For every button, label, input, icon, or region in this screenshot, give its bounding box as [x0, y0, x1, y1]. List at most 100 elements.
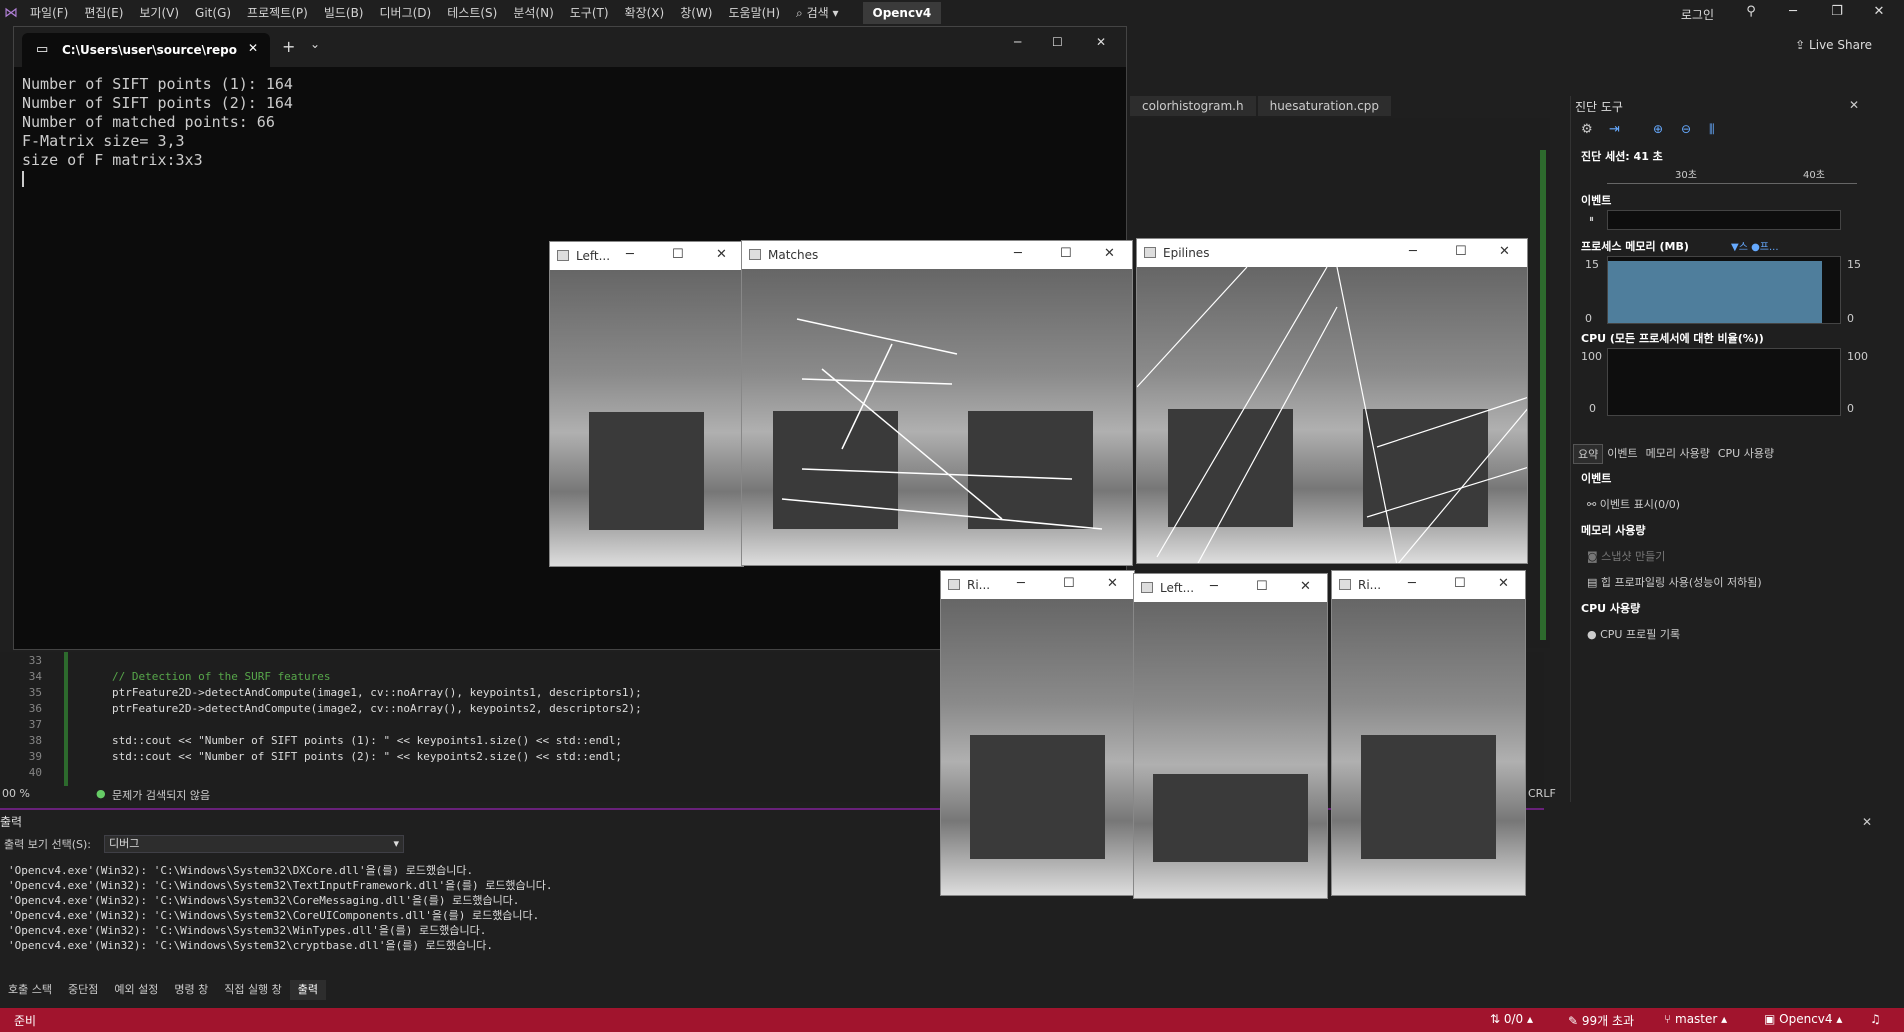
menu-build[interactable]: 빌드(B) [316, 0, 372, 26]
menu-debug[interactable]: 디버그(D) [372, 0, 440, 26]
panel-close-icon[interactable]: ✕ [1862, 815, 1872, 829]
console-tab[interactable]: ▭ C:\Users\user\source\repo ✕ [22, 33, 270, 67]
menu-window[interactable]: 창(W) [672, 0, 720, 26]
left-image-window[interactable]: Left... ─ ☐ ✕ [549, 241, 744, 567]
tab-cpu-usage[interactable]: CPU 사용량 [1714, 444, 1778, 464]
close-icon[interactable]: ✕ [1104, 246, 1115, 261]
epilines-window[interactable]: Epilines ─ ☐ ✕ [1136, 238, 1528, 564]
maximize-icon[interactable]: ☐ [1060, 246, 1072, 261]
status-errors[interactable]: ⇅ 0/0 ▴ [1490, 1012, 1533, 1026]
minimize-icon[interactable]: ─ [626, 247, 634, 262]
memory-heading: 프로세스 메모리 (MB) [1581, 240, 1689, 253]
heap-profiling-toggle[interactable]: ▤ 힙 프로파일링 사용(성능이 저하됨) [1587, 574, 1762, 590]
menu-test[interactable]: 테스트(S) [439, 0, 505, 26]
menu-edit[interactable]: 편집(E) [76, 0, 131, 26]
export-icon[interactable]: ⇥ [1609, 122, 1620, 137]
settings-icon[interactable]: ⚙ [1581, 122, 1593, 137]
account-icon[interactable]: ⚲ [1736, 4, 1766, 19]
right-image-window[interactable]: Ri... ─ ☐ ✕ [940, 570, 1135, 896]
issues-status[interactable]: 문제가 검색되지 않음 [112, 787, 210, 803]
menu-extensions[interactable]: 확장(X) [617, 0, 673, 26]
menu-project[interactable]: 프로젝트(P) [239, 0, 316, 26]
zoom-in-icon[interactable]: ⊕ [1653, 122, 1663, 136]
maximize-icon[interactable]: ☐ [1454, 576, 1466, 591]
maximize-icon[interactable]: ☐ [672, 247, 684, 262]
tab-exception-settings[interactable]: 예외 설정 [106, 980, 166, 1000]
menu-help[interactable]: 도움말(H) [721, 0, 789, 26]
menu-git[interactable]: Git(G) [187, 0, 239, 26]
tab-command-window[interactable]: 명령 창 [166, 980, 216, 1000]
tab-immediate-window[interactable]: 직접 실행 창 [216, 980, 290, 1000]
tab-colorhistogram[interactable]: colorhistogram.h [1130, 96, 1256, 116]
menu-view[interactable]: 보기(V) [131, 0, 187, 26]
close-icon[interactable]: ✕ [716, 247, 727, 262]
window-icon [749, 249, 761, 260]
login-link[interactable]: 로그인 [1681, 6, 1714, 23]
minimize-icon[interactable]: ─ [1014, 246, 1022, 261]
maximize-icon[interactable]: ☐ [1455, 244, 1467, 259]
diag-close-icon[interactable]: ✕ [1849, 98, 1859, 112]
minimize-button[interactable]: ─ [1778, 4, 1808, 19]
right-result-window[interactable]: Ri... ─ ☐ ✕ [1331, 570, 1526, 896]
editor-scrollbar[interactable] [1540, 150, 1546, 640]
chevron-down-icon[interactable]: ⌄ [310, 37, 320, 51]
diag-tabs: 요약 이벤트 메모리 사용량 CPU 사용량 [1573, 444, 1778, 464]
tab-memory-usage[interactable]: 메모리 사용량 [1642, 444, 1714, 464]
snapshot-button[interactable]: ◙ 스냅샷 만들기 [1587, 548, 1665, 564]
line-ending[interactable]: CRLF [1528, 787, 1556, 800]
tab-call-stack[interactable]: 호출 스택 [0, 980, 60, 1000]
memory-area [1608, 261, 1822, 323]
memory-graph[interactable] [1607, 256, 1841, 324]
reset-zoom-icon[interactable]: ⫼ [1709, 122, 1715, 137]
search-button[interactable]: ⌕ 검색 ▾ [788, 0, 846, 26]
status-branch[interactable]: ⑂ master ▴ [1664, 1012, 1727, 1026]
epiline-lines [1137, 267, 1527, 563]
timeline-ruler[interactable]: 30초 40초 [1607, 166, 1857, 184]
notification-icon[interactable]: ♫ [1870, 1012, 1881, 1026]
status-changes[interactable]: ✎ 99개 초과 [1568, 1012, 1634, 1029]
events-track[interactable] [1607, 210, 1841, 230]
tab-breakpoints[interactable]: 중단점 [60, 980, 106, 1000]
tab-summary[interactable]: 요약 [1573, 444, 1604, 464]
zoom-out-icon[interactable]: ⊖ [1681, 122, 1691, 136]
tab-output[interactable]: 출력 [289, 980, 327, 1000]
cpu-min-left: 0 [1589, 402, 1596, 415]
menu-analyze[interactable]: 분석(N) [505, 0, 561, 26]
new-tab-icon[interactable]: + [282, 37, 295, 56]
live-share-button[interactable]: ⇪ Live Share [1795, 38, 1872, 52]
restore-button[interactable]: ❐ [1822, 4, 1852, 19]
zoom-level[interactable]: 00 % [2, 787, 30, 800]
close-icon[interactable]: ✕ [1498, 576, 1509, 591]
menu-tools[interactable]: 도구(T) [562, 0, 617, 26]
maximize-icon[interactable]: ☐ [1256, 579, 1268, 594]
console-maximize-button[interactable]: ☐ [1052, 35, 1063, 49]
line-number: 33 [28, 654, 42, 667]
matches-window[interactable]: Matches ─ ☐ ✕ [741, 240, 1133, 566]
console-minimize-button[interactable]: ─ [1014, 35, 1021, 49]
left-result-window[interactable]: Left... ─ ☐ ✕ [1133, 573, 1328, 899]
cpu-record-button[interactable]: ● CPU 프로필 기록 [1587, 626, 1680, 642]
maximize-icon[interactable]: ☐ [1063, 576, 1075, 591]
code-comment: // Detection of the SURF features [112, 670, 331, 683]
minimize-icon[interactable]: ─ [1408, 576, 1416, 591]
close-icon[interactable]: ✕ [1499, 244, 1510, 259]
cpu-graph[interactable] [1607, 348, 1841, 416]
menu-file[interactable]: 파일(F) [22, 0, 76, 26]
pause-icon[interactable]: ⏸ [1589, 214, 1594, 225]
close-icon[interactable]: ✕ [1107, 576, 1118, 591]
status-project[interactable]: ▣ Opencv4 ▴ [1764, 1012, 1842, 1026]
church-image [941, 599, 1134, 895]
tab-events[interactable]: 이벤트 [1603, 444, 1641, 464]
close-icon[interactable]: ✕ [1300, 579, 1311, 594]
minimize-icon[interactable]: ─ [1210, 579, 1218, 594]
show-events-link[interactable]: ⚯ 이벤트 표시(0/0) [1587, 496, 1680, 512]
cpu-max-right: 100 [1847, 350, 1868, 363]
close-button[interactable]: ✕ [1864, 4, 1894, 19]
minimize-icon[interactable]: ─ [1017, 576, 1025, 591]
minimize-icon[interactable]: ─ [1409, 244, 1417, 259]
tab-huesaturation[interactable]: huesaturation.cpp [1257, 96, 1392, 116]
church-image [550, 270, 743, 566]
tab-close-icon[interactable]: ✕ [248, 41, 258, 55]
console-close-button[interactable]: ✕ [1096, 35, 1106, 49]
output-source-select[interactable]: 디버그 ▾ [104, 835, 404, 853]
